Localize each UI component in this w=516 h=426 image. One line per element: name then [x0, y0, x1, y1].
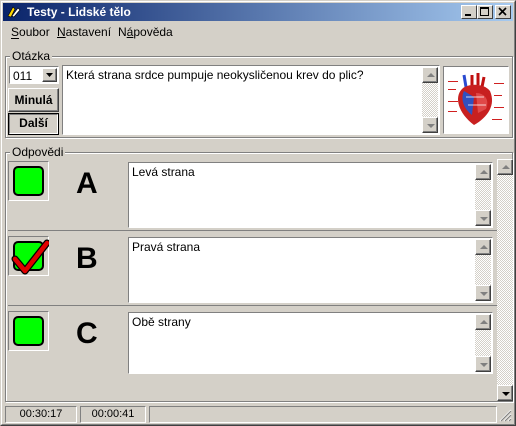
menu-mnemonic: S — [11, 25, 20, 39]
minimize-icon — [465, 14, 471, 16]
scroll-down-icon — [480, 363, 488, 367]
close-button[interactable] — [495, 5, 511, 19]
scroll-down-button[interactable] — [497, 385, 513, 401]
previous-button[interactable]: Minulá — [8, 88, 59, 112]
answer-c-text-box[interactable]: Obě strany — [128, 312, 493, 374]
answer-a-scrollbar[interactable] — [475, 164, 491, 226]
answer-a-indicator — [13, 166, 44, 196]
answers-group-label: Odpovědi — [10, 145, 66, 159]
scroll-down-button[interactable] — [422, 117, 438, 133]
scroll-down-button[interactable] — [475, 356, 491, 372]
menu-nastaveni-label: Nastavení — [57, 25, 112, 39]
window-title: Testy - Lidské tělo — [27, 5, 131, 19]
answer-b-toggle[interactable] — [8, 236, 49, 276]
answer-divider — [8, 230, 498, 231]
scroll-up-icon — [480, 320, 488, 324]
maximize-icon — [480, 7, 489, 16]
menu-napoveda[interactable]: Nápověda — [118, 25, 173, 39]
question-text-box[interactable]: Která strana srdce pumpuje neokysličenou… — [62, 65, 440, 135]
scroll-up-button[interactable] — [422, 67, 438, 83]
scroll-up-icon — [427, 73, 435, 77]
next-button-label: Další — [19, 116, 48, 130]
question-number-select[interactable]: 011 — [9, 66, 59, 84]
question-group-label: Otázka — [10, 49, 53, 63]
close-icon — [498, 7, 507, 16]
scroll-up-button[interactable] — [497, 159, 513, 175]
answer-a-text-box[interactable]: Levá strana — [128, 162, 493, 228]
maximize-button[interactable] — [477, 5, 493, 19]
answer-c-indicator — [13, 316, 44, 346]
title-bar[interactable]: Testy - Lidské tělo — [3, 3, 513, 21]
menu-soubor-label: Soubor — [11, 25, 50, 39]
answer-a-toggle[interactable] — [8, 161, 49, 201]
question-time: 00:00:41 — [80, 406, 146, 423]
scroll-up-button[interactable] — [475, 239, 491, 255]
resize-grip-icon[interactable] — [499, 409, 512, 422]
answer-c-text: Obě strany — [132, 315, 191, 329]
scroll-down-icon — [480, 217, 488, 221]
total-time: 00:30:17 — [5, 406, 77, 423]
menu-mnemonic: N — [57, 25, 66, 39]
answers-scrollbar[interactable] — [497, 159, 513, 401]
answer-b-text-box[interactable]: Pravá strana — [128, 237, 493, 303]
heart-anatomy-image — [443, 66, 509, 134]
scroll-up-button[interactable] — [475, 314, 491, 330]
answer-a-text: Levá strana — [132, 165, 195, 179]
dropdown-button[interactable] — [42, 68, 57, 82]
answer-a-letter: A — [76, 167, 98, 200]
scroll-down-icon — [502, 392, 510, 396]
main-window: Testy - Lidské tělo Soubor Nastavení Náp… — [0, 0, 516, 426]
answer-b-text: Pravá strana — [132, 240, 201, 254]
scroll-down-button[interactable] — [475, 285, 491, 301]
next-button[interactable]: Další — [8, 113, 59, 135]
minimize-button[interactable] — [461, 5, 477, 19]
scroll-up-icon — [480, 170, 488, 174]
answer-c-letter: C — [76, 317, 98, 350]
menu-soubor[interactable]: Soubor — [11, 25, 50, 39]
status-bar: 00:30:17 00:00:41 — [3, 405, 513, 424]
checkmark-icon — [11, 239, 49, 275]
scroll-down-button[interactable] — [475, 210, 491, 226]
question-number-value: 011 — [13, 69, 33, 83]
answer-divider — [8, 305, 498, 306]
scroll-down-icon — [427, 124, 435, 128]
status-message — [149, 406, 497, 423]
heart-illustration-icon — [444, 67, 508, 133]
menu-napoveda-label: Nápověda — [118, 25, 173, 39]
question-text: Která strana srdce pumpuje neokysličenou… — [66, 68, 364, 82]
answer-b-letter: B — [76, 242, 98, 275]
menu-bar: Soubor Nastavení Nápověda — [3, 22, 513, 41]
menu-mnemonic: á — [126, 25, 134, 39]
answer-c-scrollbar[interactable] — [475, 314, 491, 372]
scroll-up-icon — [480, 245, 488, 249]
scroll-up-icon — [502, 165, 510, 169]
question-scrollbar[interactable] — [422, 67, 438, 133]
app-icon — [7, 6, 21, 18]
chevron-down-icon — [46, 73, 53, 77]
answer-c-toggle[interactable] — [8, 311, 49, 351]
menu-nastaveni[interactable]: Nastavení — [57, 25, 111, 39]
answer-b-scrollbar[interactable] — [475, 239, 491, 301]
scroll-up-button[interactable] — [475, 164, 491, 180]
scroll-down-icon — [480, 292, 488, 296]
